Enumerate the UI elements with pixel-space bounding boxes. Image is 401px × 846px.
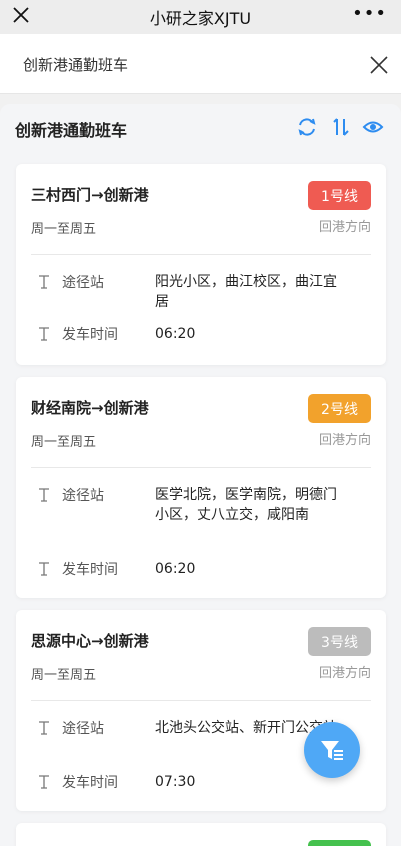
stops-row: 途径站 医学北院，医学南院，明德门小区，丈八立交，咸阳南 <box>38 485 368 547</box>
refresh-icon[interactable] <box>296 116 318 138</box>
text-icon <box>39 327 49 341</box>
time-label: 发车时间 <box>62 562 118 578</box>
route-name: 三村西门→创新港 <box>31 186 149 204</box>
time-row: 发车时间 06:20 <box>38 559 368 579</box>
route-direction: 回港方向 <box>318 433 371 448</box>
route-days: 周一至周五 <box>31 435 97 450</box>
stops-row: 途径站 阳光小区，曲江校区，曲江宜居 <box>38 272 368 316</box>
route-name: 财经南院→创新港 <box>31 399 149 417</box>
line-badge <box>308 840 371 846</box>
page-header: 创新港通勤班车 <box>0 34 401 94</box>
eye-icon[interactable] <box>362 116 384 138</box>
route-card-2[interactable]: 财经南院→创新港 周一至周五 2号线 回港方向 途径站 医学北院，医学南院，明德… <box>16 377 386 598</box>
text-icon <box>39 721 49 735</box>
page-title: 创新港通勤班车 <box>23 56 129 74</box>
line-badge: 2号线 <box>308 394 371 423</box>
route-days: 周一至周五 <box>31 222 97 237</box>
text-icon <box>39 562 49 576</box>
route-card-4[interactable] <box>16 823 386 846</box>
stops-value: 医学北院，医学南院，明德门小区，丈八立交，咸阳南 <box>155 487 337 523</box>
filter-button[interactable] <box>304 722 360 778</box>
stops-value: 阳光小区，曲江校区，曲江宜居 <box>155 274 337 310</box>
route-days: 周一至周五 <box>31 668 97 683</box>
divider <box>31 467 371 468</box>
divider <box>31 700 371 701</box>
time-label: 发车时间 <box>62 327 118 343</box>
time-row: 发车时间 06:20 <box>38 324 368 344</box>
filter-icon <box>321 741 343 760</box>
time-value: 06:20 <box>155 326 196 342</box>
text-icon <box>39 775 49 789</box>
route-direction: 回港方向 <box>318 666 371 681</box>
window-titlebar: 小研之家XJTU ••• <box>0 0 401 34</box>
time-value: 06:20 <box>155 561 196 577</box>
close-page-icon[interactable] <box>369 55 389 75</box>
more-menu-button[interactable]: ••• <box>352 3 387 25</box>
route-card-3[interactable]: 思源中心→创新港 周一至周五 3号线 回港方向 途径站 北池头公交站、新开门公交… <box>16 610 386 811</box>
panel-header: 创新港通勤班车 <box>0 104 401 150</box>
route-card-1[interactable]: 三村西门→创新港 周一至周五 1号线 回港方向 途径站 阳光小区，曲江校区，曲江… <box>16 164 386 365</box>
time-label: 发车时间 <box>62 775 118 791</box>
divider <box>31 254 371 255</box>
line-badge: 1号线 <box>308 181 371 210</box>
stops-label: 途径站 <box>62 275 104 291</box>
stops-label: 途径站 <box>62 488 104 504</box>
route-direction: 回港方向 <box>318 220 371 235</box>
close-icon[interactable] <box>10 4 32 26</box>
sort-icon[interactable] <box>330 116 352 138</box>
time-value: 07:30 <box>155 774 196 790</box>
text-icon <box>39 275 49 289</box>
line-badge: 3号线 <box>308 627 371 656</box>
text-icon <box>39 488 49 502</box>
route-name: 思源中心→创新港 <box>31 632 149 650</box>
stops-label: 途径站 <box>62 721 104 737</box>
panel-title: 创新港通勤班车 <box>15 121 128 140</box>
window-title: 小研之家XJTU <box>149 9 252 28</box>
